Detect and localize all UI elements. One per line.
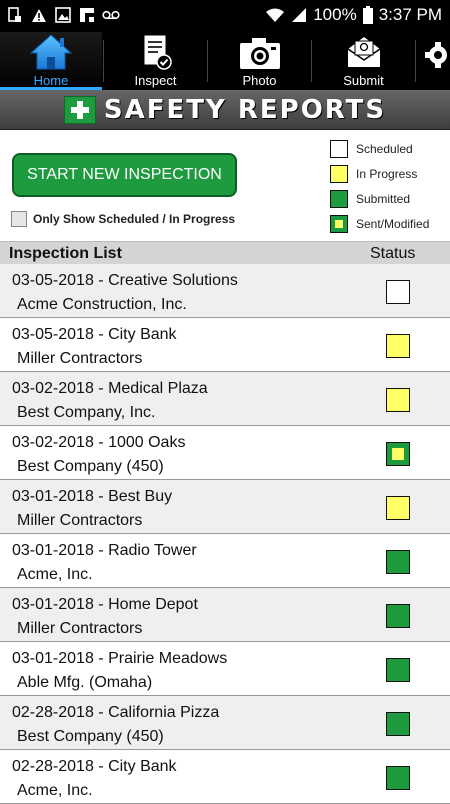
nav-photo[interactable]: Photo [208, 32, 311, 90]
status-indicator [386, 658, 410, 682]
row-title: 03-01-2018 - Home Depot [12, 596, 198, 613]
status-indicator [386, 388, 410, 412]
row-company: Best Company, Inc. [17, 404, 156, 421]
clock: 3:37 PM [378, 5, 442, 24]
signal-icon [292, 8, 307, 22]
inspection-list: 03-05-2018 - Creative Solutions Acme Con… [0, 264, 450, 804]
list-header-status: Status [370, 245, 416, 262]
row-title: 02-28-2018 - City Bank [12, 758, 177, 775]
nav-submit[interactable]: Submit [312, 32, 415, 90]
status-indicator [386, 550, 410, 574]
nav-bar: Home Inspect Photo Submit [0, 32, 450, 90]
nav-home[interactable]: Home [0, 32, 102, 90]
nav-photo-label: Photo [242, 73, 277, 88]
status-indicator [386, 496, 410, 520]
filter-toggle[interactable]: Only Show Scheduled / In Progress [11, 211, 235, 227]
legend-swatch-submitted [330, 189, 348, 208]
voicemail-icon [102, 6, 120, 24]
nav-inspect[interactable]: Inspect [104, 32, 207, 90]
email-icon [347, 37, 380, 67]
legend-label: Scheduled [356, 141, 413, 156]
wifi-icon [266, 8, 285, 22]
flipboard-icon [78, 6, 96, 24]
row-company: Miller Contractors [17, 350, 143, 367]
legend-label: In Progress [356, 166, 418, 181]
checklist-icon [143, 34, 172, 70]
row-company: Acme, Inc. [17, 782, 93, 799]
table-row[interactable]: 03-05-2018 - Creative Solutions Acme Con… [0, 264, 450, 318]
row-title: 03-05-2018 - Creative Solutions [12, 272, 238, 289]
home-icon [29, 34, 73, 70]
status-indicator [386, 442, 410, 466]
camera-icon [239, 38, 280, 69]
nav-home-label: Home [33, 73, 69, 88]
system-icons: 100% 3:37 PM [265, 5, 442, 25]
legend-scheduled: Scheduled [330, 136, 429, 161]
document-lock-icon [6, 6, 24, 24]
row-title: 03-01-2018 - Prairie Meadows [12, 650, 228, 667]
table-row[interactable]: 03-01-2018 - Radio Tower Acme, Inc. [0, 534, 450, 588]
status-legend: Scheduled In Progress Submitted Sent/Mod… [330, 136, 429, 236]
table-row[interactable]: 03-01-2018 - Prairie Meadows Able Mfg. (… [0, 642, 450, 696]
row-company: Acme Construction, Inc. [17, 296, 187, 313]
row-title: 02-28-2018 - California Pizza [12, 704, 220, 721]
page-title: SAFETY REPORTS [103, 94, 387, 125]
notification-icons [6, 6, 120, 24]
row-title: 03-01-2018 - Radio Tower [12, 542, 197, 559]
legend-submitted: Submitted [330, 186, 429, 211]
title-banner: SAFETY REPORTS [0, 90, 450, 130]
legend-in-progress: In Progress [330, 161, 429, 186]
table-row[interactable]: 02-28-2018 - City Bank Acme, Inc. [0, 750, 450, 804]
image-icon [54, 6, 72, 24]
status-indicator [386, 604, 410, 628]
table-row[interactable]: 03-05-2018 - City Bank Miller Contractor… [0, 318, 450, 372]
list-header: Inspection List Status [0, 241, 450, 264]
filter-checkbox[interactable] [11, 211, 27, 227]
table-row[interactable]: 02-28-2018 - California Pizza Best Compa… [0, 696, 450, 750]
row-title: 03-01-2018 - Best Buy [12, 488, 173, 505]
legend-label: Sent/Modified [356, 216, 430, 231]
status-indicator [386, 712, 410, 736]
start-new-inspection-button[interactable]: START NEW INSPECTION [12, 153, 237, 197]
status-indicator [386, 334, 410, 358]
table-row[interactable]: 03-02-2018 - 1000 Oaks Best Company (450… [0, 426, 450, 480]
first-aid-cross-icon [63, 95, 96, 124]
warning-icon [30, 6, 48, 24]
row-company: Miller Contractors [17, 620, 143, 637]
row-title: 03-02-2018 - Medical Plaza [12, 380, 208, 397]
legend-swatch-sent [330, 214, 348, 233]
nav-submit-label: Submit [343, 73, 384, 88]
status-bar: 100% 3:37 PM [0, 0, 450, 32]
row-company: Able Mfg. (Omaha) [17, 674, 153, 691]
row-title: 03-02-2018 - 1000 Oaks [12, 434, 186, 451]
battery-percent: 100% [313, 5, 357, 24]
legend-label: Submitted [356, 191, 411, 206]
table-row[interactable]: 03-02-2018 - Medical Plaza Best Company,… [0, 372, 450, 426]
status-indicator [386, 766, 410, 790]
nav-inspect-label: Inspect [134, 73, 177, 88]
gear-icon [425, 42, 447, 68]
legend-swatch-in-progress [330, 164, 348, 183]
filter-label: Only Show Scheduled / In Progress [33, 212, 236, 226]
row-title: 03-05-2018 - City Bank [12, 326, 177, 343]
table-row[interactable]: 03-01-2018 - Best Buy Miller Contractors [0, 480, 450, 534]
row-company: Acme, Inc. [17, 566, 93, 583]
list-header-title: Inspection List [9, 245, 122, 262]
row-company: Best Company (450) [17, 728, 164, 745]
battery-icon [362, 6, 373, 24]
nav-settings[interactable] [416, 32, 450, 90]
row-company: Best Company (450) [17, 458, 164, 475]
row-company: Miller Contractors [17, 512, 143, 529]
legend-swatch-scheduled [330, 139, 348, 158]
legend-sent: Sent/Modified [330, 211, 429, 236]
status-indicator [386, 280, 410, 304]
table-row[interactable]: 03-01-2018 - Home Depot Miller Contracto… [0, 588, 450, 642]
